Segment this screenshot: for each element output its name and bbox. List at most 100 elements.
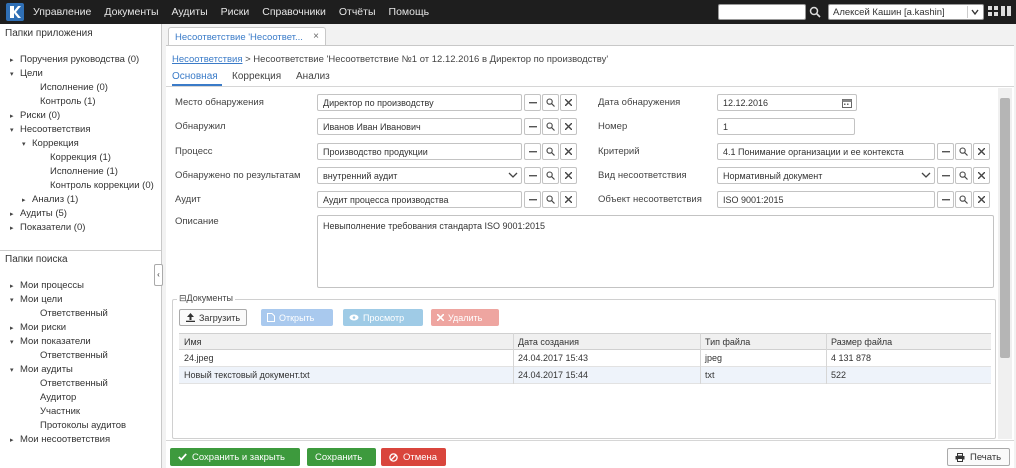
search-tree-item[interactable]: Ответственный <box>30 378 108 390</box>
caret-right-icon[interactable]: ▸ <box>10 209 20 221</box>
caret-right-icon[interactable]: ▸ <box>10 223 20 235</box>
app-tree-item[interactable]: ▾ Коррекция <box>22 138 79 151</box>
object-field[interactable]: ISO 9001:2015 <box>717 191 935 208</box>
clear-dash-icon[interactable] <box>937 191 954 208</box>
caret-right-icon[interactable]: ▸ <box>10 55 20 67</box>
app-tree-item[interactable]: Контроль коррекции (0) <box>40 180 154 192</box>
criterion-field[interactable]: 4.1 Понимание организации и ее контекста <box>717 143 935 160</box>
search-icon[interactable] <box>542 191 559 208</box>
app-tree-item[interactable]: Коррекция (1) <box>40 152 111 164</box>
clear-dash-icon[interactable] <box>937 143 954 160</box>
close-icon[interactable] <box>560 143 577 160</box>
place-field[interactable]: Директор по производству <box>317 94 522 111</box>
audit-field[interactable]: Аудит процесса производства <box>317 191 522 208</box>
app-tree-item[interactable]: ▾ Цели <box>10 68 43 81</box>
search-tree-item[interactable]: ▸ Мои риски <box>10 322 66 335</box>
app-tree-item[interactable]: Исполнение (0) <box>30 82 108 94</box>
caret-right-icon[interactable]: ▸ <box>10 281 20 293</box>
tab-analysis[interactable]: Анализ <box>296 71 330 82</box>
scrollbar-thumb[interactable] <box>1000 98 1010 358</box>
app-tree-item[interactable]: ▾ Несоответствия <box>10 124 90 137</box>
app-tree-item[interactable]: ▸ Аудиты (5) <box>10 208 67 221</box>
close-icon[interactable] <box>560 167 577 184</box>
column-header-size[interactable]: Размер файла <box>831 337 892 347</box>
search-tree-item[interactable]: Аудитор <box>30 392 76 404</box>
calendar-icon[interactable] <box>842 98 852 108</box>
caret-down-icon[interactable]: ▾ <box>10 69 20 81</box>
open-button[interactable]: Открыть <box>261 309 333 326</box>
column-header-created[interactable]: Дата создания <box>518 337 579 347</box>
search-tree-item[interactable]: Участник <box>30 406 80 418</box>
date-field[interactable]: 12.12.2016 <box>717 94 857 111</box>
found-result-select[interactable]: внутренний аудит <box>317 167 522 184</box>
search-icon[interactable] <box>809 5 821 19</box>
close-icon[interactable] <box>973 167 990 184</box>
clear-dash-icon[interactable] <box>524 118 541 135</box>
cancel-button[interactable]: Отмена <box>381 448 446 466</box>
close-icon[interactable] <box>973 143 990 160</box>
menu-references[interactable]: Справочники <box>262 6 326 18</box>
clear-dash-icon[interactable] <box>524 143 541 160</box>
collapse-panel-button[interactable]: ‹ <box>154 264 163 286</box>
close-icon[interactable] <box>560 94 577 111</box>
number-field[interactable]: 1 <box>717 118 855 135</box>
scrollbar[interactable] <box>998 88 1012 439</box>
search-tree-item[interactable]: Ответственный <box>30 350 108 362</box>
menu-reports[interactable]: Отчёты <box>339 6 376 18</box>
caret-right-icon[interactable]: ▸ <box>10 111 20 123</box>
close-icon[interactable] <box>560 191 577 208</box>
menu-management[interactable]: Управление <box>33 6 91 18</box>
found-by-field[interactable]: Иванов Иван Иванович <box>317 118 522 135</box>
menu-risks[interactable]: Риски <box>221 6 250 18</box>
print-button[interactable]: Печать <box>947 448 1010 466</box>
app-logo[interactable] <box>5 3 25 21</box>
clear-dash-icon[interactable] <box>524 94 541 111</box>
caret-down-icon[interactable]: ▾ <box>10 295 20 307</box>
close-icon[interactable]: × <box>313 31 319 42</box>
clear-dash-icon[interactable] <box>524 167 541 184</box>
search-icon[interactable] <box>955 191 972 208</box>
search-icon[interactable] <box>955 167 972 184</box>
grid-icon[interactable] <box>988 6 998 16</box>
caret-right-icon[interactable]: ▸ <box>10 323 20 335</box>
save-and-close-button[interactable]: Сохранить и закрыть <box>170 448 300 466</box>
caret-down-icon[interactable]: ▾ <box>10 125 20 137</box>
search-icon[interactable] <box>542 118 559 135</box>
search-icon[interactable] <box>542 94 559 111</box>
caret-down-icon[interactable]: ▾ <box>22 139 32 151</box>
close-icon[interactable] <box>560 118 577 135</box>
upload-button[interactable]: Загрузить <box>179 309 248 326</box>
caret-down-icon[interactable]: ▾ <box>10 337 20 349</box>
menu-audits[interactable]: Аудиты <box>172 6 208 18</box>
search-tree-item[interactable]: ▾ Мои цели <box>10 294 62 307</box>
app-tree-item[interactable]: ▸ Поручения руководства (0) <box>10 54 139 67</box>
tab-main[interactable]: Основная <box>172 71 218 82</box>
clear-dash-icon[interactable] <box>937 167 954 184</box>
column-header-name[interactable]: Имя <box>184 337 202 347</box>
tab-correction[interactable]: Коррекция <box>232 71 281 82</box>
close-icon[interactable] <box>973 191 990 208</box>
menu-help[interactable]: Помощь <box>389 6 430 18</box>
caret-right-icon[interactable]: ▸ <box>22 195 32 207</box>
search-tree-item[interactable]: Ответственный <box>30 308 108 320</box>
breadcrumb-link-nonconformities[interactable]: Несоответствия <box>172 54 242 65</box>
search-icon[interactable] <box>955 143 972 160</box>
search-tree-item[interactable]: Протоколы аудитов <box>30 420 126 432</box>
list-icon[interactable] <box>1001 6 1011 16</box>
table-row[interactable]: Новый текстовый документ.txt 24.04.2017 … <box>179 367 991 384</box>
app-tree-item[interactable]: ▸ Анализ (1) <box>22 194 78 207</box>
app-tree-item[interactable]: Исполнение (1) <box>40 166 118 178</box>
tab-nonconformity[interactable]: Несоответствие 'Несоответ... × <box>168 27 326 46</box>
user-select[interactable]: Алексей Кашин [a.kashin] <box>828 4 984 20</box>
delete-button[interactable]: Удалить <box>431 309 499 326</box>
search-tree-item[interactable]: ▾ Мои показатели <box>10 336 91 349</box>
search-icon[interactable] <box>542 143 559 160</box>
app-tree-item[interactable]: ▸ Риски (0) <box>10 110 60 123</box>
caret-down-icon[interactable]: ▾ <box>10 365 20 377</box>
save-button[interactable]: Сохранить <box>307 448 376 466</box>
app-tree-item[interactable]: ▸ Показатели (0) <box>10 222 85 235</box>
search-tree-item[interactable]: ▸ Мои несоответствия <box>10 434 110 447</box>
app-tree-item[interactable]: Контроль (1) <box>30 96 96 108</box>
documents-legend[interactable]: ⊟Документы <box>177 293 235 304</box>
table-row[interactable]: 24.jpeg 24.04.2017 15:43 jpeg 4 131 878 <box>179 350 991 367</box>
